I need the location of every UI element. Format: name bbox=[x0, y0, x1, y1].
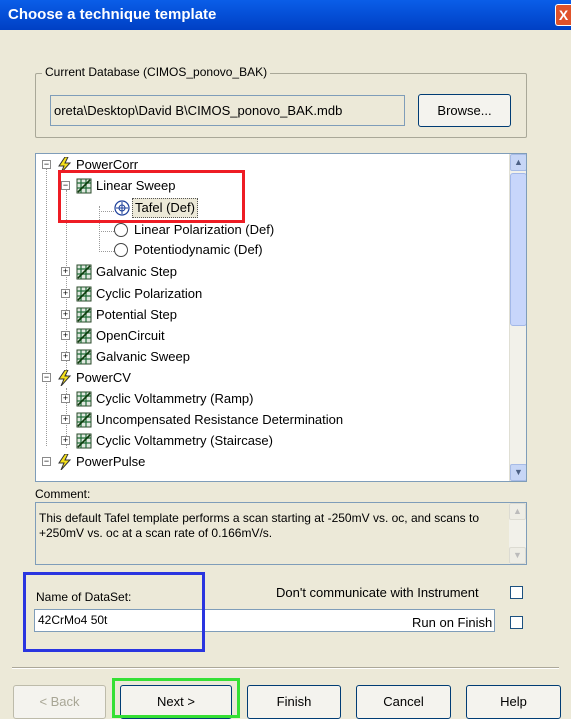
scroll-down-button[interactable]: ▼ bbox=[509, 547, 526, 564]
tree-item-label: Cyclic Voltammetry (Ramp) bbox=[96, 391, 254, 406]
tree-item-cv-staircase[interactable]: + Cyclic Voltammetry (Staircase) bbox=[36, 431, 506, 451]
tree-scrollbar[interactable]: ▲ ▼ bbox=[509, 154, 526, 481]
close-button[interactable]: X bbox=[555, 4, 571, 26]
technique-grid-icon bbox=[76, 264, 92, 280]
tree-item-label: PowerCV bbox=[76, 370, 131, 385]
expand-icon[interactable]: + bbox=[61, 415, 70, 424]
scroll-thumb[interactable] bbox=[510, 173, 526, 326]
tree-item-uncompensated-resistance[interactable]: + Uncompensated Resistance Determination bbox=[36, 410, 506, 430]
database-group-label: Current Database (CIMOS_ponovo_BAK) bbox=[42, 65, 271, 80]
expand-icon[interactable]: + bbox=[61, 331, 70, 340]
cancel-button[interactable]: Cancel bbox=[356, 685, 451, 719]
scroll-up-button[interactable]: ▲ bbox=[510, 154, 526, 171]
technique-grid-icon bbox=[76, 328, 92, 344]
tree-item-label: PowerPulse bbox=[76, 454, 146, 469]
expand-icon[interactable]: + bbox=[61, 436, 70, 445]
tree-item-galvanic-sweep[interactable]: + Galvanic Sweep bbox=[36, 347, 506, 367]
tree-item-powerpulse[interactable]: − PowerPulse bbox=[36, 452, 506, 472]
tree-item-label: Uncompensated Resistance Determination bbox=[96, 412, 344, 427]
tree-item-galvanic-step[interactable]: + Galvanic Step bbox=[36, 262, 506, 282]
tree-item-opencircuit[interactable]: + OpenCircuit bbox=[36, 326, 506, 346]
tree-item-cyclic-polarization[interactable]: + Cyclic Polarization bbox=[36, 284, 506, 304]
tree-item-powercv[interactable]: − PowerCV bbox=[36, 368, 506, 388]
technique-grid-icon bbox=[76, 286, 92, 302]
technique-grid-icon bbox=[76, 349, 92, 365]
expand-icon[interactable]: + bbox=[61, 310, 70, 319]
red-highlight-box bbox=[58, 170, 245, 223]
finish-button[interactable]: Finish bbox=[247, 685, 341, 719]
radio-icon bbox=[114, 223, 128, 237]
expand-icon[interactable]: + bbox=[61, 289, 70, 298]
blue-highlight-box bbox=[23, 572, 205, 652]
expand-icon[interactable]: + bbox=[61, 267, 70, 276]
tree-item-label: Potentiodynamic (Def) bbox=[134, 242, 263, 257]
comment-text: This default Tafel template performs a s… bbox=[39, 511, 479, 540]
lightning-icon bbox=[58, 454, 72, 470]
run-on-finish-label: Run on Finish bbox=[412, 615, 493, 630]
tree-item-potentiodynamic[interactable]: Potentiodynamic (Def) bbox=[36, 240, 506, 260]
collapse-icon[interactable]: − bbox=[42, 160, 51, 169]
tree-item-label: Linear Polarization (Def) bbox=[134, 222, 275, 237]
technique-grid-icon bbox=[76, 433, 92, 449]
technique-grid-icon bbox=[76, 391, 92, 407]
tree-item-linear-polarization[interactable]: Linear Polarization (Def) bbox=[36, 220, 506, 240]
collapse-icon[interactable]: − bbox=[42, 457, 51, 466]
scroll-down-button[interactable]: ▼ bbox=[510, 464, 526, 481]
divider bbox=[12, 667, 559, 669]
tree-item-label: Galvanic Sweep bbox=[96, 349, 190, 364]
browse-button[interactable]: Browse... bbox=[418, 94, 511, 127]
comment-label: Comment: bbox=[35, 487, 91, 501]
run-on-finish-checkbox[interactable] bbox=[510, 616, 523, 629]
tree-item-label: Galvanic Step bbox=[96, 264, 177, 279]
back-button[interactable]: < Back bbox=[13, 685, 106, 719]
dont-communicate-label: Don't communicate with Instrument bbox=[276, 585, 479, 600]
technique-grid-icon bbox=[76, 412, 92, 428]
database-path-field[interactable]: oreta\Desktop\David B\CIMOS_ponovo_BAK.m… bbox=[50, 95, 405, 126]
comment-scrollbar[interactable]: ▲ ▼ bbox=[509, 503, 526, 564]
expand-icon[interactable]: + bbox=[61, 394, 70, 403]
lightning-icon bbox=[58, 370, 72, 386]
tree-item-potential-step[interactable]: + Potential Step bbox=[36, 305, 506, 325]
tree-item-label: OpenCircuit bbox=[96, 328, 165, 343]
green-highlight-box bbox=[112, 678, 240, 718]
help-button[interactable]: Help bbox=[466, 685, 561, 719]
tree-item-label: Cyclic Polarization bbox=[96, 286, 203, 301]
title-bar: Choose a technique template bbox=[0, 0, 571, 30]
comment-textarea[interactable]: This default Tafel template performs a s… bbox=[35, 502, 527, 565]
tree-item-label: Cyclic Voltammetry (Staircase) bbox=[96, 433, 273, 448]
technique-grid-icon bbox=[76, 307, 92, 323]
window-title: Choose a technique template bbox=[8, 6, 217, 23]
collapse-icon[interactable]: − bbox=[42, 373, 51, 382]
tree-item-cv-ramp[interactable]: + Cyclic Voltammetry (Ramp) bbox=[36, 389, 506, 409]
scroll-up-button[interactable]: ▲ bbox=[509, 503, 526, 520]
radio-icon bbox=[114, 243, 128, 257]
tree-item-label: Potential Step bbox=[96, 307, 177, 322]
expand-icon[interactable]: + bbox=[61, 352, 70, 361]
dont-communicate-checkbox[interactable] bbox=[510, 586, 523, 599]
